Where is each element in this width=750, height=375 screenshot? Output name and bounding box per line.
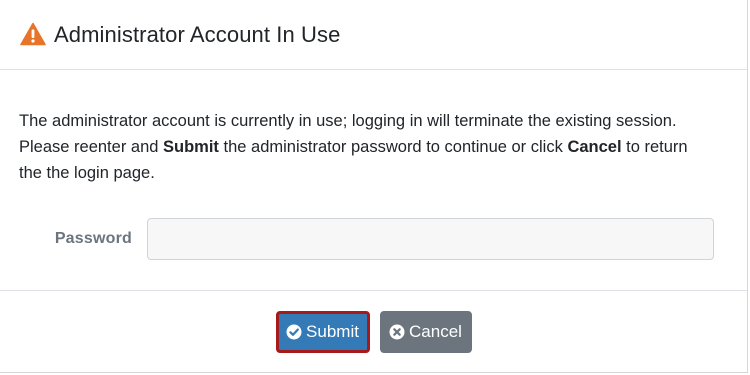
message-line-3: the the login page.: [19, 164, 155, 182]
message-line-2-mid: the administrator password to continue o…: [218, 138, 568, 156]
dialog-message: The administrator account is currently i…: [19, 108, 727, 186]
message-line-1: The administrator account is currently i…: [19, 112, 677, 130]
dialog-body: The administrator account is currently i…: [0, 70, 747, 291]
message-submit-emphasis: Submit: [163, 138, 219, 156]
times-circle-icon: [389, 324, 405, 340]
message-line-2-post: to return: [621, 138, 688, 156]
cancel-button[interactable]: Cancel: [379, 311, 472, 353]
dialog-header: Administrator Account In Use: [0, 0, 747, 70]
password-label: Password: [54, 230, 132, 247]
warning-triangle-icon: [20, 22, 46, 46]
message-line-2-pre: Please reenter and: [19, 138, 164, 156]
password-input[interactable]: [147, 218, 714, 260]
cancel-button-label: Cancel: [409, 322, 462, 341]
check-circle-icon: [286, 324, 302, 340]
admin-in-use-dialog: Administrator Account In Use The adminis…: [0, 0, 748, 373]
dialog-footer: Submit Cancel: [0, 291, 747, 373]
submit-button-label: Submit: [306, 322, 359, 341]
password-row: Password: [19, 218, 727, 260]
dialog-title: Administrator Account In Use: [54, 21, 341, 47]
submit-button[interactable]: Submit: [275, 311, 370, 353]
message-cancel-emphasis: Cancel: [567, 138, 622, 156]
